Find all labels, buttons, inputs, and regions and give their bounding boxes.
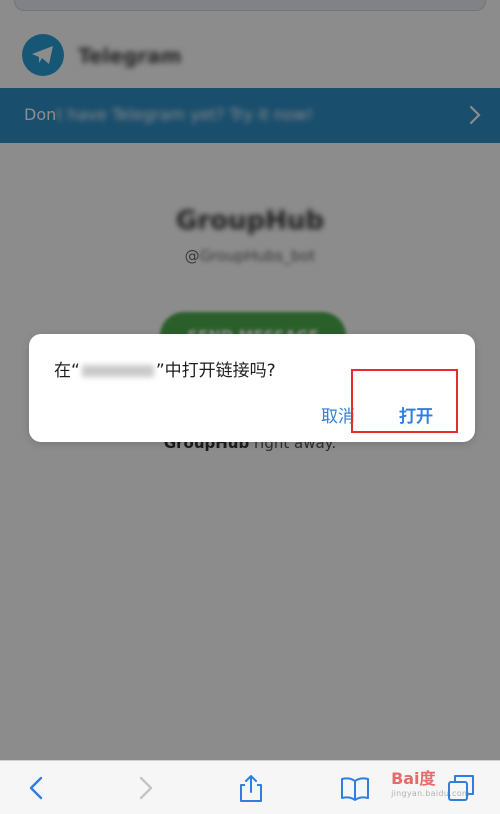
share-icon[interactable] [236, 773, 266, 803]
browser-screen: Telegram Dont have Telegram yet? Try it … [0, 0, 500, 814]
red-highlight-box [351, 369, 458, 433]
watermark-brand: Bai度 [391, 769, 436, 788]
dialog-message-prefix: 在“ [54, 361, 80, 381]
dialog-message-suffix: ”中打开链接吗? [155, 361, 276, 381]
cancel-button[interactable]: 取消 [321, 402, 355, 427]
bookmarks-icon[interactable] [340, 773, 370, 803]
forward-icon[interactable] [130, 773, 160, 803]
open-link-dialog: 在“ ”中打开链接吗? 取消 打开 [29, 334, 475, 442]
dialog-message: 在“ ”中打开链接吗? [54, 356, 276, 381]
safari-toolbar: Bai度 jingyan.baidu.com [0, 760, 500, 814]
back-icon[interactable] [22, 773, 52, 803]
baidu-watermark: Bai度 jingyan.baidu.com [391, 765, 470, 798]
blurred-app-name [81, 365, 154, 377]
watermark-sub: jingyan.baidu.com [391, 789, 470, 798]
